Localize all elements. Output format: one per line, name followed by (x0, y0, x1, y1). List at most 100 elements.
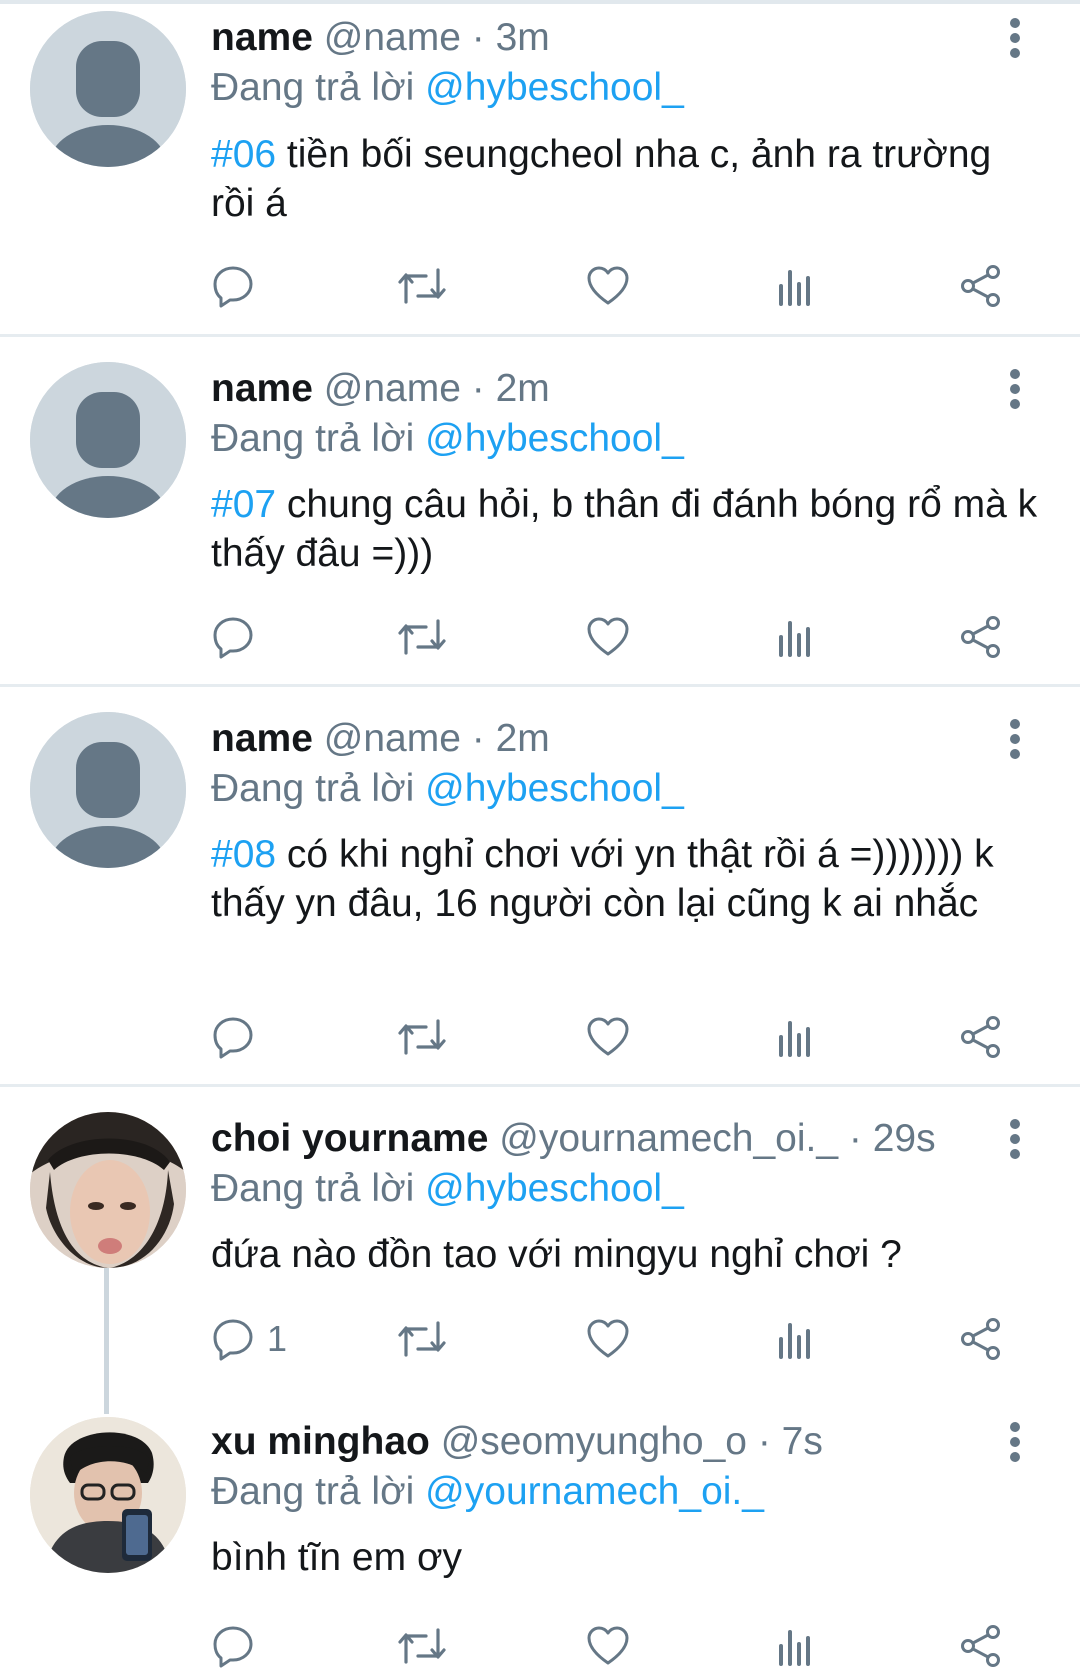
tweet-text: #06 tiền bối seungcheol nha c, ảnh ra tr… (211, 130, 1041, 228)
reply-button[interactable] (211, 1618, 267, 1674)
retweet-icon (398, 1019, 446, 1055)
retweet-button[interactable] (396, 609, 448, 665)
retweet-icon (398, 1628, 446, 1664)
share-button[interactable] (959, 258, 1003, 314)
heart-icon (587, 266, 629, 305)
user-handle[interactable]: @name (324, 717, 461, 760)
tweet-text-content: chung câu hỏi, b thân đi đánh bóng rổ mà… (211, 483, 1038, 575)
share-button[interactable] (959, 1618, 1003, 1674)
analytics-button[interactable] (776, 1618, 816, 1674)
retweet-icon (398, 268, 446, 304)
replying-to-label: Đang trả lời (211, 767, 415, 810)
share-icon (961, 1016, 1000, 1058)
stats-icon (779, 270, 810, 306)
share-icon (961, 265, 1000, 307)
user-handle[interactable]: @name (324, 16, 461, 59)
reply-icon (213, 617, 253, 659)
share-button[interactable] (959, 1311, 1003, 1367)
display-name[interactable]: xu minghao (211, 1420, 430, 1463)
separator-dot: · (471, 16, 485, 59)
like-button[interactable] (586, 1311, 630, 1367)
tweet-text-content: đứa nào đồn tao với mingyu nghỉ chơi ? (211, 1233, 902, 1276)
separator-dot: · (848, 1117, 862, 1160)
reply-button[interactable]: 1 (211, 1311, 287, 1367)
more-vertical-icon[interactable] (1000, 14, 1030, 62)
heart-icon (587, 1626, 629, 1665)
replying-to-label: Đang trả lời (211, 417, 415, 460)
retweet-button[interactable] (396, 258, 448, 314)
heart-icon (587, 617, 629, 656)
tweet[interactable]: name @name · 3m Đang trả lời @hybeschool… (0, 0, 1080, 330)
reply-button[interactable] (211, 1009, 267, 1065)
share-icon (961, 616, 1000, 658)
tweet-text: #07 chung câu hỏi, b thân đi đánh bóng r… (211, 480, 1041, 578)
hashtag-link[interactable]: #08 (211, 833, 276, 876)
like-button[interactable] (586, 258, 630, 314)
user-handle[interactable]: @yournamech_oi._ (499, 1117, 838, 1160)
reply-button[interactable] (211, 258, 267, 314)
avatar-default[interactable] (30, 11, 186, 167)
tweet[interactable]: name @name · 2m Đang trả lời @hybeschool… (0, 687, 1080, 1084)
avatar-photo[interactable] (30, 1112, 186, 1268)
replying-to-mention[interactable]: @hybeschool_ (425, 417, 684, 460)
avatar-default[interactable] (30, 712, 186, 868)
display-name[interactable]: name (211, 16, 313, 59)
more-vertical-icon[interactable] (1000, 1115, 1030, 1163)
separator-dot: · (471, 717, 485, 760)
display-name[interactable]: name (211, 367, 313, 410)
replying-to-mention[interactable]: @hybeschool_ (425, 1167, 684, 1210)
timestamp: 7s (781, 1420, 823, 1463)
tweet-text-content: bình tĩn em ơy (211, 1536, 463, 1579)
display-name[interactable]: name (211, 717, 313, 760)
tweet-header: name @name · 2m (211, 365, 1010, 413)
retweet-icon (398, 1321, 446, 1357)
tweet-header: name @name · 2m (211, 715, 1010, 763)
tweet[interactable]: name @name · 2m Đang trả lời @hybeschool… (0, 337, 1080, 681)
reply-button[interactable] (211, 609, 267, 665)
analytics-button[interactable] (776, 609, 816, 665)
tweet-header: name @name · 3m (211, 14, 1010, 62)
reply-icon (213, 1319, 253, 1361)
replying-to: Đang trả lời @hybeschool_ (211, 765, 684, 813)
stats-icon (779, 621, 810, 657)
tweet-text: đứa nào đồn tao với mingyu nghỉ chơi ? (211, 1230, 1041, 1279)
stats-icon (779, 1630, 810, 1666)
analytics-button[interactable] (776, 1009, 816, 1065)
hashtag-link[interactable]: #06 (211, 133, 276, 176)
replying-to-label: Đang trả lời (211, 1167, 415, 1210)
like-button[interactable] (586, 1618, 630, 1674)
retweet-button[interactable] (396, 1009, 448, 1065)
share-icon (961, 1625, 1000, 1667)
avatar-photo[interactable] (30, 1417, 186, 1573)
retweet-button[interactable] (396, 1311, 448, 1367)
more-vertical-icon[interactable] (1000, 365, 1030, 413)
stats-icon (779, 1021, 810, 1057)
tweet[interactable]: choi yourname @yournamech_oi._ · 29s Đan… (0, 1087, 1080, 1407)
heart-icon (587, 1017, 629, 1056)
reply-count: 1 (267, 1318, 288, 1359)
retweet-icon (398, 619, 446, 655)
action-bar (211, 609, 1011, 665)
more-vertical-icon[interactable] (1000, 1418, 1030, 1466)
user-handle[interactable]: @seomyungho_o (441, 1420, 747, 1463)
avatar-default[interactable] (30, 362, 186, 518)
tweet[interactable]: xu minghao @seomyungho_o · 7s Đang trả l… (0, 1390, 1080, 1668)
more-vertical-icon[interactable] (1000, 715, 1030, 763)
like-button[interactable] (586, 1009, 630, 1065)
user-handle[interactable]: @name (324, 367, 461, 410)
tweet-header: xu minghao @seomyungho_o · 7s (211, 1418, 1010, 1466)
share-button[interactable] (959, 1009, 1003, 1065)
reply-icon (213, 266, 253, 308)
share-button[interactable] (959, 609, 1003, 665)
hashtag-link[interactable]: #07 (211, 483, 276, 526)
tweet-text-content: tiền bối seungcheol nha c, ảnh ra trường… (211, 133, 992, 225)
replying-to-mention[interactable]: @hybeschool_ (425, 66, 684, 109)
reply-icon (213, 1626, 253, 1668)
retweet-button[interactable] (396, 1618, 448, 1674)
display-name[interactable]: choi yourname (211, 1117, 488, 1160)
analytics-button[interactable] (776, 258, 816, 314)
analytics-button[interactable] (776, 1311, 816, 1367)
like-button[interactable] (586, 609, 630, 665)
replying-to-mention[interactable]: @hybeschool_ (425, 767, 684, 810)
replying-to-mention[interactable]: @yournamech_oi._ (425, 1470, 764, 1513)
